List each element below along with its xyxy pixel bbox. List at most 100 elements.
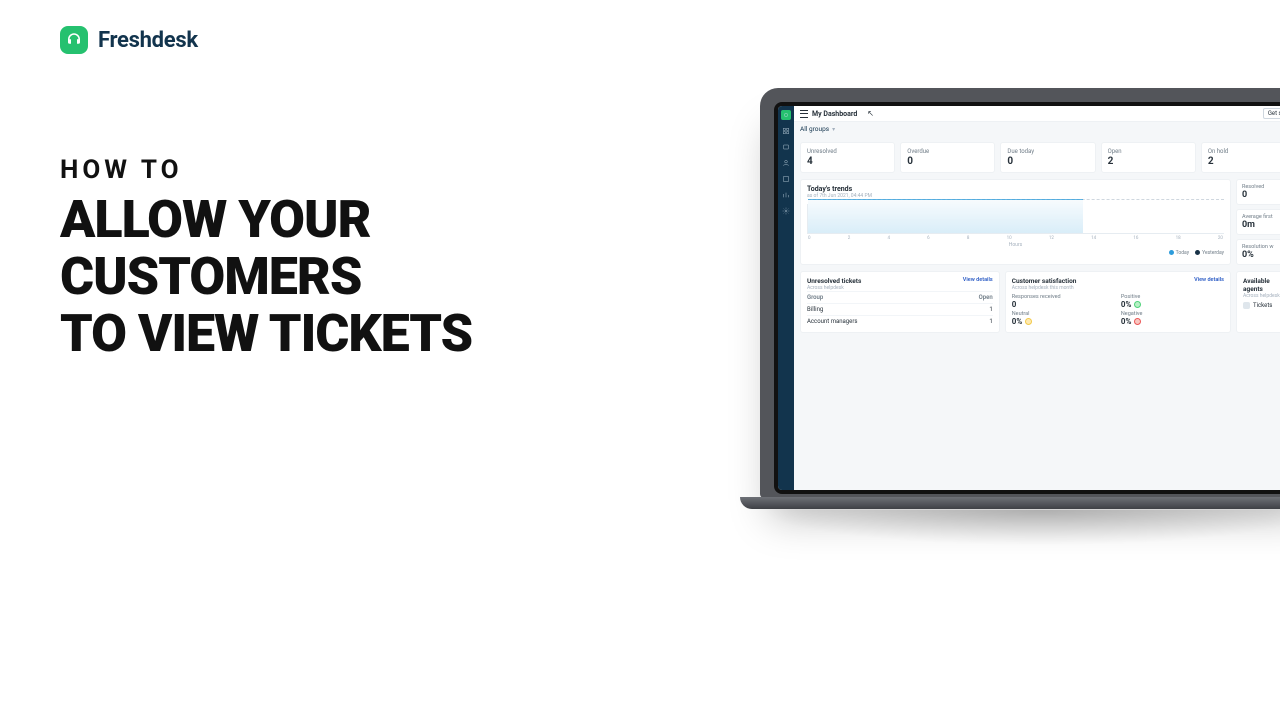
agents-item-label: Tickets [1253, 302, 1272, 309]
tick: 18 [1176, 236, 1181, 241]
laptop-base [740, 497, 1280, 509]
sidebar-reports-icon[interactable] [781, 190, 791, 200]
tick: 0 [808, 236, 811, 241]
csat-grid: Responses received 0 Positive 0% [1012, 294, 1224, 326]
card-overdue[interactable]: Overdue 0 [900, 142, 995, 173]
laptop-screen: My Dashboard ↖ Get start All groups ▾ [778, 106, 1280, 490]
card-open[interactable]: Open 2 [1101, 142, 1196, 173]
card-label: Due today [1007, 148, 1088, 155]
card-value: 4 [807, 156, 888, 167]
metric-value: 0m [1242, 220, 1280, 230]
view-details-link[interactable]: View details [963, 277, 993, 283]
topbar: My Dashboard ↖ Get start [794, 106, 1280, 122]
sidebar-solutions-icon[interactable] [781, 174, 791, 184]
sidebar-admin-icon[interactable] [781, 206, 791, 216]
headline-line-2: CUSTOMERS [60, 248, 472, 305]
tick: 2 [848, 236, 851, 241]
metric-avg-first: Average first 0m [1236, 209, 1280, 235]
tick: 10 [1007, 236, 1012, 241]
tick: 14 [1091, 236, 1096, 241]
hamburger-icon[interactable] [800, 110, 808, 118]
card-label: Unresolved [807, 148, 888, 155]
panel-unresolved: Unresolved tickets Across helpdesk View … [800, 271, 1000, 333]
get-started-button[interactable]: Get start [1263, 108, 1280, 119]
tick: 6 [927, 236, 930, 241]
freshdesk-logo-icon [60, 26, 88, 54]
sidebar-logo-icon[interactable] [781, 110, 791, 120]
card-value: 0 [907, 156, 988, 167]
cursor-icon: ↖ [867, 109, 874, 118]
cell-group: Account managers [807, 318, 857, 325]
metric-resolution: Resolution w 0% [1236, 239, 1280, 265]
metric-negative: Negative 0% [1121, 311, 1224, 326]
dashboard-app: My Dashboard ↖ Get start All groups ▾ [778, 106, 1280, 490]
card-value: 2 [1108, 156, 1189, 167]
headline-line-1: ALLOW YOUR [60, 191, 472, 248]
panel-title: Available agents [1243, 277, 1280, 293]
summary-cards: Unresolved 4 Overdue 0 Due today 0 [800, 142, 1280, 173]
metric-value: 0% [1242, 250, 1280, 260]
app-sidebar [778, 106, 794, 490]
legend-yesterday: Yesterday [1195, 250, 1224, 256]
laptop-frame: My Dashboard ↖ Get start All groups ▾ [760, 88, 1280, 498]
cell-open: 1 [989, 318, 992, 325]
col-open: Open [979, 294, 993, 301]
positive-dot-icon [1134, 301, 1141, 308]
sidebar-contacts-icon[interactable] [781, 158, 791, 168]
neutral-dot-icon [1025, 318, 1032, 325]
brand-name: Freshdesk [98, 28, 198, 53]
card-label: Open [1108, 148, 1189, 155]
sidebar-dashboard-icon[interactable] [781, 126, 791, 136]
chevron-down-icon[interactable]: ▾ [832, 126, 835, 133]
chart-legend: Today Yesterday [807, 250, 1224, 256]
bottom-panels: Unresolved tickets Across helpdesk View … [800, 271, 1280, 333]
metric-value: 0% [1012, 317, 1115, 326]
metric-neutral: Neutral 0% [1012, 311, 1115, 326]
panel-csat: Customer satisfaction Across helpdesk th… [1005, 271, 1231, 333]
laptop-shadow [760, 510, 1280, 546]
table-row[interactable]: Billing 1 [807, 303, 993, 315]
filter-bar: All groups ▾ [794, 122, 1280, 136]
cell-open: 1 [989, 306, 992, 313]
panel-subtitle: Across helpdesk this month [1012, 285, 1077, 291]
headline: HOW TO ALLOW YOUR CUSTOMERS TO VIEW TICK… [60, 155, 472, 363]
trends-title: Today's trends [807, 185, 1224, 193]
ticket-icon [1243, 302, 1250, 309]
table-row[interactable]: Account managers 1 [807, 315, 993, 327]
table-header: Group Open [807, 291, 993, 303]
tick: 16 [1133, 236, 1138, 241]
tick: 12 [1049, 236, 1054, 241]
trends-panel: Today's trends as of 7th Jun 2021, 04:44… [800, 179, 1231, 265]
series-today [808, 199, 1083, 233]
card-label: Overdue [907, 148, 988, 155]
cell-group: Billing [807, 306, 823, 313]
dashboard-main: My Dashboard ↖ Get start All groups ▾ [794, 106, 1280, 490]
headline-sub: HOW TO [60, 155, 472, 185]
metric-value: 0 [1242, 190, 1280, 200]
legend-today: Today [1169, 250, 1189, 256]
metric-responses: Responses received 0 [1012, 294, 1115, 309]
headline-line-3: TO VIEW TICKETS [60, 305, 472, 362]
tick: 4 [887, 236, 890, 241]
panel-title: Unresolved tickets [807, 277, 861, 285]
tick: 20 [1218, 236, 1223, 241]
card-unresolved[interactable]: Unresolved 4 [800, 142, 895, 173]
dashboard-content: Unresolved 4 Overdue 0 Due today 0 [794, 136, 1280, 490]
chart-xaxis: 0 2 4 6 8 10 12 14 16 [807, 236, 1224, 241]
card-value: 0 [1007, 156, 1088, 167]
trends-chart [807, 204, 1224, 234]
page-title: My Dashboard [812, 110, 857, 118]
negative-dot-icon [1134, 318, 1141, 325]
sidebar-tickets-icon[interactable] [781, 142, 791, 152]
col-group: Group [807, 294, 823, 301]
metric-value: 0 [1012, 300, 1115, 309]
group-filter[interactable]: All groups [800, 125, 829, 133]
brand: Freshdesk [60, 26, 198, 54]
view-details-link[interactable]: View details [1194, 277, 1224, 283]
card-on-hold[interactable]: On hold 2 [1201, 142, 1280, 173]
card-due-today[interactable]: Due today 0 [1000, 142, 1095, 173]
panel-subtitle: Across helpdesk [1243, 293, 1280, 299]
laptop-bezel: My Dashboard ↖ Get start All groups ▾ [774, 102, 1280, 494]
chart-xlabel: Hours [807, 242, 1224, 248]
card-label: On hold [1208, 148, 1280, 155]
